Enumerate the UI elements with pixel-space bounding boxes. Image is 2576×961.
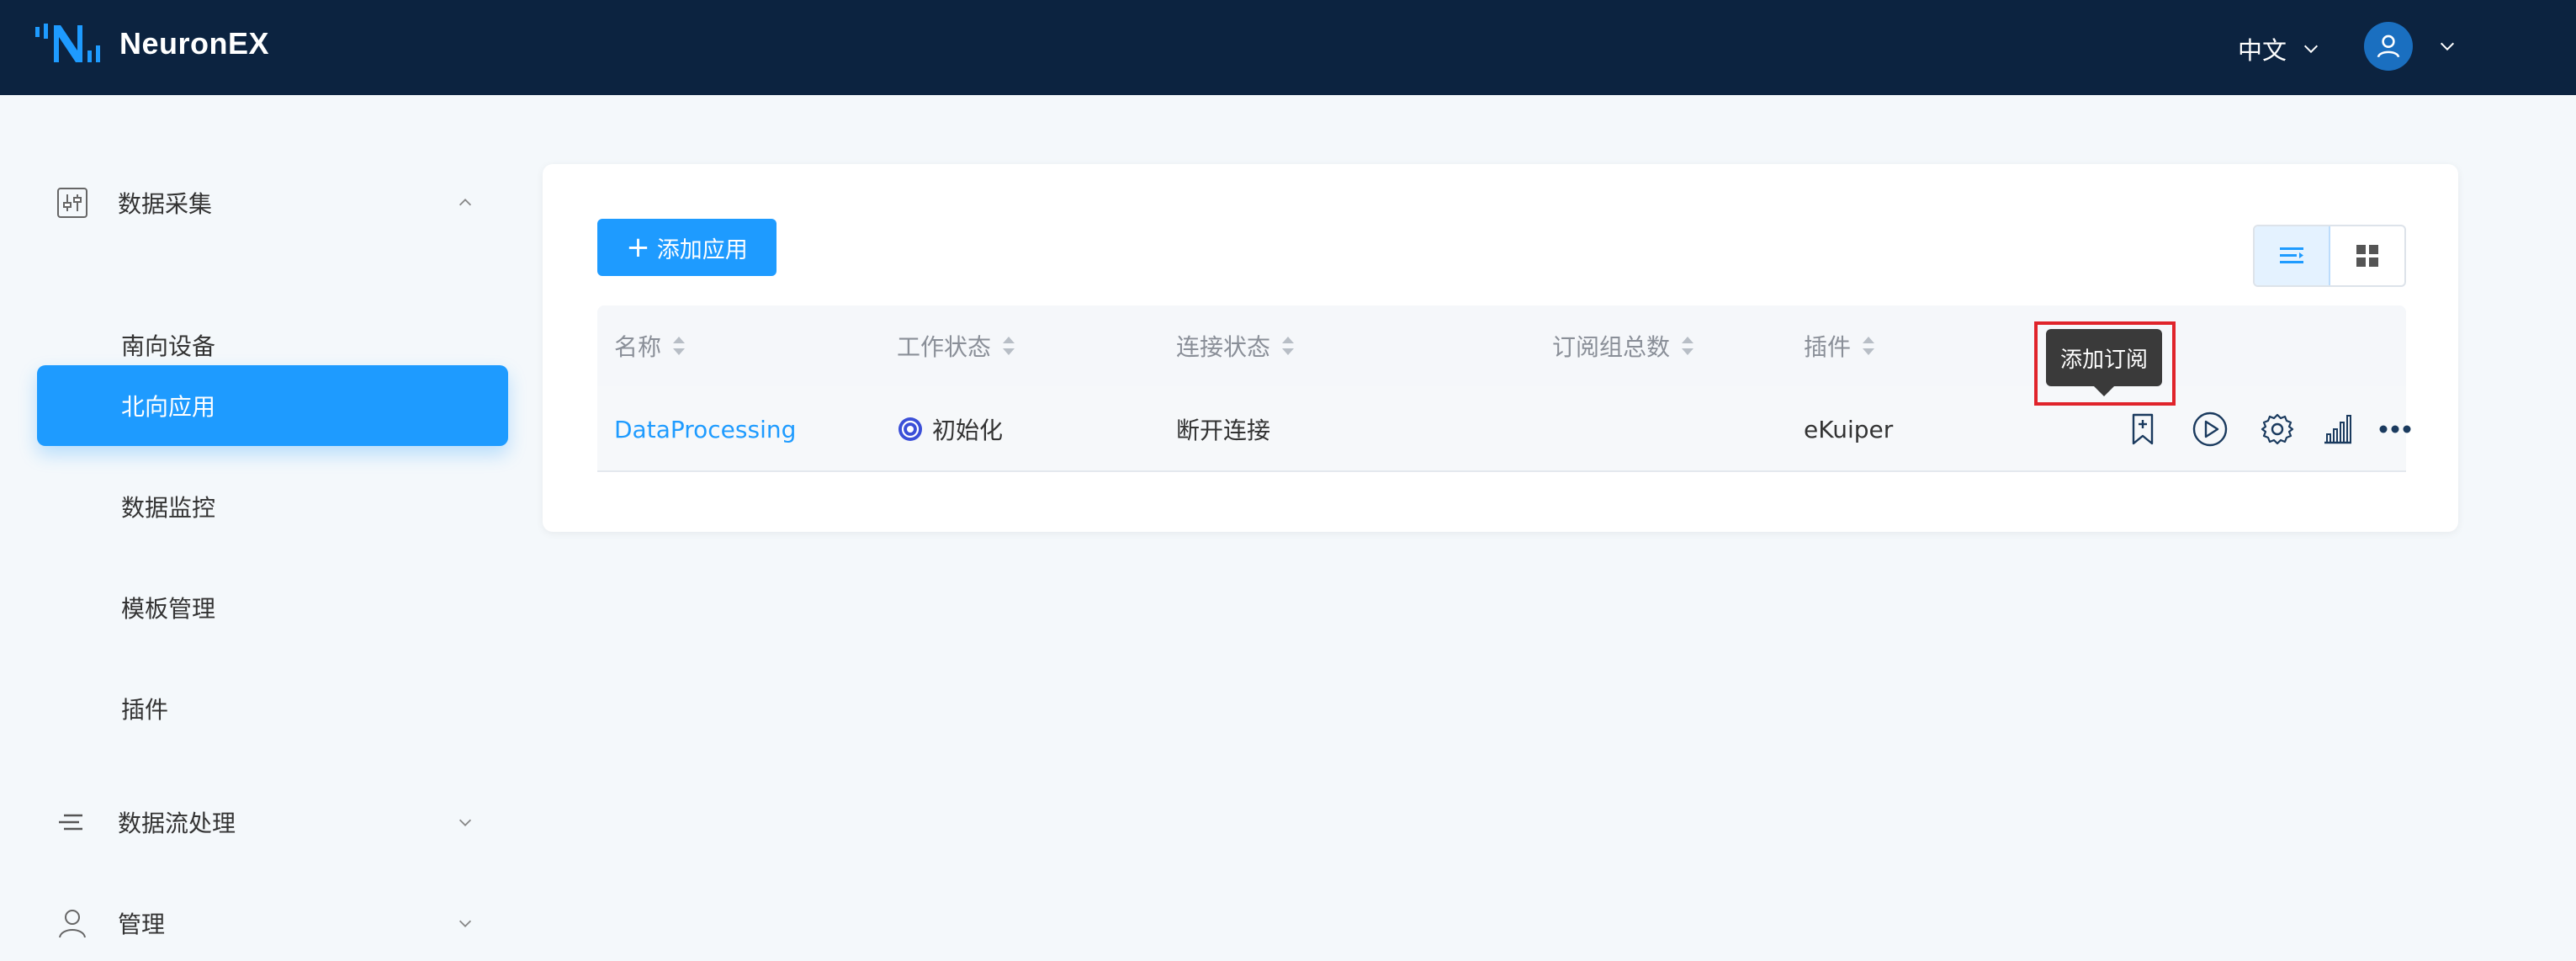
bookmark-plus-icon [2132,413,2154,445]
more-dots-icon [2379,425,2411,433]
card-view-button[interactable] [2330,226,2404,285]
sort-icon [1863,337,1875,355]
sidebar-item-label: 北向应用 [121,393,216,421]
status-initialized-icon [898,417,922,441]
sort-icon [673,337,686,355]
column-header-name[interactable]: 名称 [614,305,686,386]
bar-chart-icon [2324,415,2351,444]
neuronex-logo-icon [35,24,100,62]
chevron-down-icon [2303,45,2319,54]
list-view-button[interactable] [2255,226,2330,285]
list-view-icon [2280,247,2303,263]
sliders-icon [57,188,87,218]
stream-icon [59,814,82,831]
sidebar: 数据采集 南向设备 北向应用 数据监控 模板管理 插件 数据流处理 管理 [0,95,522,961]
grid-view-icon [2356,245,2378,267]
work-status-text: 初始化 [932,417,1004,444]
sort-icon [1282,337,1295,355]
view-toggle [2253,225,2406,287]
chevron-up-icon [458,199,472,206]
work-status-cell: 初始化 [897,386,1003,472]
column-header-subscription-count[interactable]: 订阅组总数 [1552,305,1695,386]
more-actions-button[interactable] [2376,410,2414,449]
column-header-connection-status[interactable]: 连接状态 [1176,305,1296,386]
chevron-down-icon [458,920,472,927]
add-subscription-button[interactable] [2123,410,2162,449]
sidebar-item-plugins[interactable]: 插件 [37,668,508,749]
plugin-cell: eKuiper [1804,415,1894,443]
user-menu[interactable] [2364,21,2457,72]
sidebar-group-label: 管理 [118,911,166,938]
add-app-button[interactable]: + 添加应用 [597,219,777,276]
play-circle-icon [2192,411,2228,447]
sort-icon [1003,337,1015,355]
start-button[interactable] [2191,410,2229,449]
add-app-label: 添加应用 [656,236,748,263]
sidebar-item-northbound-apps[interactable]: 北向应用 [37,365,508,446]
language-label: 中文 [2238,36,2287,65]
app-name-link[interactable]: DataProcessing [614,386,796,472]
settings-button[interactable] [2258,410,2297,449]
sidebar-item-label: 插件 [121,696,169,724]
add-subscription-tooltip: 添加订阅 [2046,329,2162,396]
column-header-plugin[interactable]: 插件 [1804,305,1876,386]
top-header: NeuronEX 中文 [0,0,2576,95]
user-icon [2377,35,2400,58]
sidebar-item-label: 数据监控 [121,494,216,522]
sidebar-item-label: 模板管理 [121,595,216,623]
user-icon [59,910,86,938]
sidebar-group-label: 数据流处理 [118,810,236,837]
connection-status-cell: 断开连接 [1176,417,1271,444]
sidebar-group-management[interactable]: 管理 [37,889,508,957]
chevron-down-icon [2440,42,2455,51]
statistics-button[interactable] [2319,410,2357,449]
app-name: NeuronEX [119,26,270,61]
sidebar-group-stream-processing[interactable]: 数据流处理 [37,788,508,856]
chevron-down-icon [458,819,472,826]
sidebar-item-data-monitoring[interactable]: 数据监控 [37,466,508,547]
app-logo[interactable]: NeuronEX [34,19,269,69]
avatar [2364,22,2413,71]
column-header-work-status[interactable]: 工作状态 [897,305,1016,386]
sidebar-item-label: 南向设备 [121,332,216,360]
plus-icon: + [626,231,650,264]
sidebar-group-label: 数据采集 [118,190,213,218]
sidebar-item-template-management[interactable]: 模板管理 [37,567,508,648]
sort-icon [1682,337,1694,355]
language-switcher[interactable]: 中文 [2238,30,2320,67]
gear-icon [2261,413,2294,445]
sidebar-group-data-collection[interactable]: 数据采集 [37,169,508,236]
